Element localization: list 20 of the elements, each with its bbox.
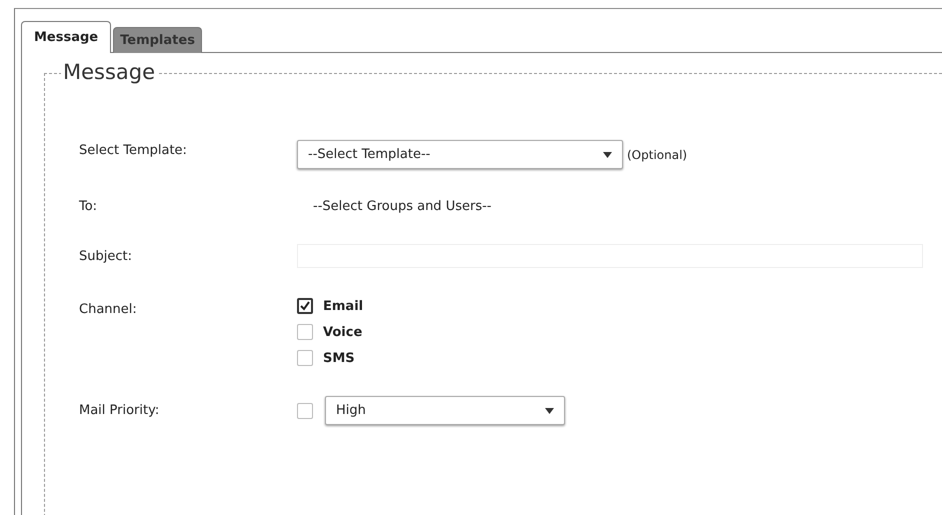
recipients-selector[interactable]: --Select Groups and Users-- <box>297 199 492 214</box>
priority-dropdown[interactable]: High <box>325 396 565 425</box>
tab[interactable]: Templates <box>113 27 202 53</box>
caret-icon <box>603 152 612 158</box>
checkbox-label: SMS <box>323 350 355 366</box>
optional-note: (Optional) <box>627 148 688 162</box>
checkbox[interactable] <box>297 298 313 314</box>
field-label: To: <box>79 199 98 214</box>
template-dropdown[interactable]: --Select Template-- <box>297 140 623 169</box>
field-label: Subject: <box>79 248 133 264</box>
caret-icon <box>545 408 554 414</box>
field-label: Mail Priority: <box>79 403 160 418</box>
checkbox-label: Voice <box>323 324 362 340</box>
field-label: Select Template: <box>79 143 188 158</box>
checkbox[interactable] <box>297 350 313 366</box>
checkbox[interactable] <box>297 402 313 418</box>
checkbox-label: Email <box>323 298 364 314</box>
tab[interactable]: Message <box>21 21 112 53</box>
field-label: Channel: <box>79 301 138 317</box>
checkbox[interactable] <box>297 324 313 340</box>
